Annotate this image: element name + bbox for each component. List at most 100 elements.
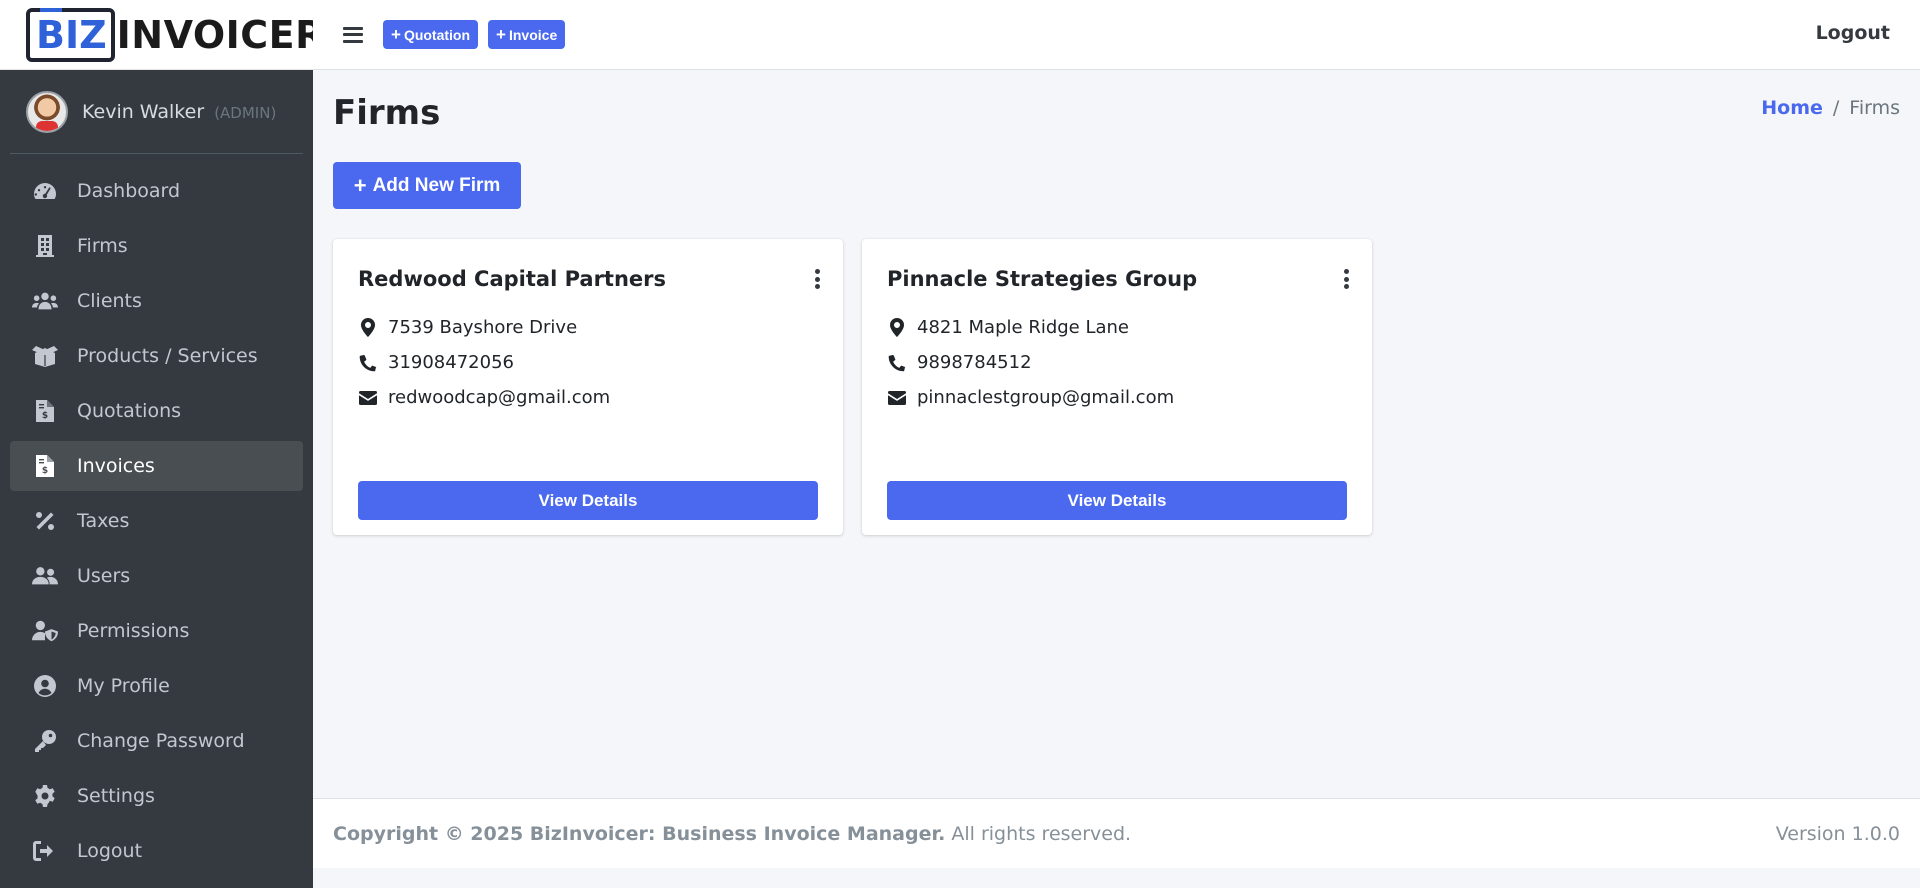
new-invoice-label: Invoice <box>508 26 558 43</box>
brand-logo-biz: BIZ <box>26 7 115 62</box>
sidebar-item-logout[interactable]: Logout <box>10 826 303 876</box>
firm-address: 4821 Maple Ridge Lane <box>887 317 1129 338</box>
user-shield-icon <box>32 619 58 643</box>
firm-address-text: 7539 Bayshore Drive <box>388 317 578 338</box>
firm-phone-text: 31908472056 <box>388 352 514 373</box>
svg-text:$: $ <box>42 466 48 476</box>
boxes-icon <box>32 344 58 368</box>
breadcrumb-separator: / <box>1832 97 1840 119</box>
file-invoice-dollar-icon: $ <box>32 454 58 478</box>
firm-name: Redwood Capital Partners <box>358 267 667 291</box>
plus-icon: + <box>391 24 401 44</box>
plus-icon: + <box>496 24 506 44</box>
sidebar-item-settings[interactable]: Settings <box>10 771 303 821</box>
breadcrumb-current: Firms <box>1849 97 1900 119</box>
add-new-firm-button[interactable]: + Add New Firm <box>333 162 521 209</box>
sidebar-nav: Dashboard Firms Clients Products / Servi… <box>0 166 313 876</box>
firm-email-text: redwoodcap@gmail.com <box>388 387 611 408</box>
firm-email-text: pinnaclestgroup@gmail.com <box>917 387 1175 408</box>
sidebar-item-label: Users <box>77 565 131 587</box>
sign-out-icon <box>32 839 58 863</box>
firm-phone: 31908472056 <box>358 352 514 373</box>
sidebar-item-label: Dashboard <box>77 180 181 202</box>
firm-name: Pinnacle Strategies Group <box>887 267 1198 291</box>
brand[interactable]: BIZ INVOICER <box>0 0 324 70</box>
footer: Copyright © 2025 BizInvoicer: Business I… <box>313 798 1920 868</box>
svg-text:$: $ <box>42 411 48 421</box>
breadcrumb: Home / Firms <box>1761 97 1900 119</box>
gear-icon <box>32 784 58 808</box>
more-options-icon[interactable] <box>815 269 821 289</box>
sidebar-item-change-password[interactable]: Change Password <box>10 716 303 766</box>
firm-address-text: 4821 Maple Ridge Lane <box>917 317 1130 338</box>
sidebar-item-label: Clients <box>77 290 142 312</box>
key-icon <box>32 729 58 753</box>
sidebar: BIZ INVOICER Kevin Walker (ADMIN) Dashbo… <box>0 0 324 888</box>
sidebar-item-quotations[interactable]: $ Quotations <box>10 386 303 436</box>
firm-address: 7539 Bayshore Drive <box>358 317 577 338</box>
user-role: (ADMIN) <box>214 103 277 122</box>
page-title: Firms <box>333 93 441 133</box>
sidebar-item-taxes[interactable]: Taxes <box>10 496 303 546</box>
firm-email: redwoodcap@gmail.com <box>358 387 610 408</box>
sidebar-item-clients[interactable]: Clients <box>10 276 303 326</box>
breadcrumb-home-link[interactable]: Home <box>1761 97 1823 119</box>
building-icon <box>32 234 58 258</box>
gauge-icon <box>32 179 58 203</box>
map-marker-icon <box>358 318 378 338</box>
footer-copyright: Copyright © 2025 BizInvoicer: Business I… <box>333 822 946 845</box>
sidebar-item-label: Permissions <box>77 620 190 642</box>
sidebar-item-my-profile[interactable]: My Profile <box>10 661 303 711</box>
user-circle-icon <box>32 674 58 698</box>
sidebar-item-label: My Profile <box>77 675 170 697</box>
user-panel[interactable]: Kevin Walker (ADMIN) <box>10 70 303 154</box>
topbar: + Quotation + Invoice Logout <box>313 0 1920 70</box>
brand-logo-text: INVOICER <box>116 12 325 57</box>
sidebar-item-label: Quotations <box>77 400 182 422</box>
envelope-icon <box>358 388 378 408</box>
user-group-icon <box>32 564 58 588</box>
footer-version: Version 1.0.0 <box>1775 822 1900 845</box>
file-invoice-dollar-icon: $ <box>32 399 58 423</box>
add-new-firm-label: Add New Firm <box>372 174 501 196</box>
sidebar-item-users[interactable]: Users <box>10 551 303 601</box>
user-name-text: Kevin Walker <box>82 100 205 123</box>
sidebar-item-firms[interactable]: Firms <box>10 221 303 271</box>
percent-icon <box>32 509 58 533</box>
sidebar-item-label: Logout <box>77 840 143 862</box>
envelope-icon <box>887 388 907 408</box>
sidebar-item-label: Settings <box>77 785 155 807</box>
sidebar-item-label: Invoices <box>77 455 155 477</box>
plus-icon: + <box>353 172 367 198</box>
phone-icon <box>358 353 378 373</box>
topbar-logout-link[interactable]: Logout <box>1816 22 1890 44</box>
map-marker-icon <box>887 318 907 338</box>
firm-card: Redwood Capital Partners 7539 Bayshore D… <box>333 239 843 535</box>
sidebar-item-dashboard[interactable]: Dashboard <box>10 166 303 216</box>
new-quotation-label: Quotation <box>403 26 471 43</box>
firm-phone: 9898784512 <box>887 352 1032 373</box>
sidebar-item-label: Firms <box>77 235 128 257</box>
firm-phone-text: 9898784512 <box>917 352 1032 373</box>
users-icon <box>32 289 58 313</box>
user-name: Kevin Walker (ADMIN) <box>82 101 276 123</box>
sidebar-item-permissions[interactable]: Permissions <box>10 606 303 656</box>
menu-toggle-icon[interactable] <box>343 26 363 43</box>
new-invoice-button[interactable]: + Invoice <box>488 20 566 49</box>
footer-rights: All rights reserved. <box>951 822 1132 845</box>
view-details-button[interactable]: View Details <box>887 481 1347 520</box>
phone-icon <box>887 353 907 373</box>
view-details-button[interactable]: View Details <box>358 481 818 520</box>
more-options-icon[interactable] <box>1344 269 1350 289</box>
brand-logo: BIZ INVOICER <box>26 7 325 62</box>
sidebar-item-products-services[interactable]: Products / Services <box>10 331 303 381</box>
sidebar-item-label: Products / Services <box>77 345 258 367</box>
sidebar-item-invoices[interactable]: $ Invoices <box>10 441 303 491</box>
main-content: Firms Home / Firms + Add New Firm Redwoo… <box>313 70 1920 798</box>
avatar <box>26 90 68 133</box>
sidebar-item-label: Change Password <box>77 730 245 752</box>
firm-email: pinnaclestgroup@gmail.com <box>887 387 1174 408</box>
firm-card: Pinnacle Strategies Group 4821 Maple Rid… <box>862 239 1372 535</box>
sidebar-item-label: Taxes <box>77 510 130 532</box>
new-quotation-button[interactable]: + Quotation <box>383 20 479 49</box>
